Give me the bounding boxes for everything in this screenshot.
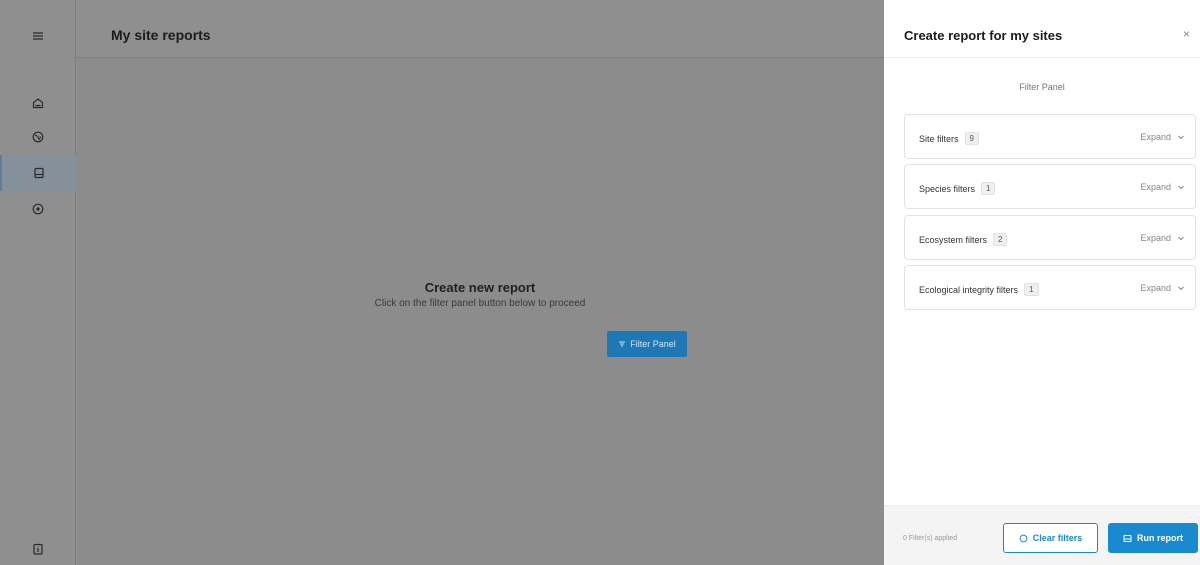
chevron-down-icon: [1178, 236, 1184, 241]
filter-card-label: Species filters: [919, 183, 976, 194]
clear-icon: [1019, 534, 1028, 542]
expand-toggle[interactable]: Expand: [1140, 283, 1185, 293]
side-nav: [0, 0, 76, 565]
filter-panel-button[interactable]: Filter Panel: [607, 331, 687, 357]
drawer-footer: 0 Filter(s) applied Clear filters Run re…: [884, 505, 1200, 565]
filter-count-badge: 9: [964, 132, 979, 145]
filter-card-species[interactable]: Species filters 1 Expand: [904, 164, 1196, 209]
filter-panel-label: Filter Panel: [1019, 82, 1065, 92]
filter-card-label: Ecosystem filters: [919, 234, 988, 245]
expand-label: Expand: [1140, 132, 1171, 142]
clear-filters-label: Clear filters: [1032, 533, 1083, 543]
filter-count-badge: 2: [993, 233, 1008, 246]
filter-icon: [619, 341, 626, 347]
globe-icon: [32, 131, 44, 143]
page-title: My site reports: [111, 27, 211, 43]
nav-item-home[interactable]: [0, 85, 76, 121]
chevron-down-icon: [1178, 286, 1184, 291]
clear-filters-button[interactable]: Clear filters: [1003, 523, 1098, 553]
filter-count-badge: 1: [1024, 283, 1039, 296]
filter-card-ecological-integrity[interactable]: Ecological integrity filters 1 Expand: [904, 265, 1196, 310]
chevron-down-icon: [1178, 135, 1184, 140]
run-report-label: Run report: [1137, 533, 1183, 543]
close-icon[interactable]: ×: [1183, 27, 1190, 41]
expand-toggle[interactable]: Expand: [1140, 182, 1185, 192]
filter-card-label: Ecological integrity filters: [919, 284, 1019, 295]
empty-state-subtitle: Click on the filter panel button below t…: [374, 298, 586, 309]
nav-item-globe[interactable]: [0, 119, 76, 155]
main-content: Create new report Click on the filter pa…: [76, 58, 884, 565]
expand-toggle[interactable]: Expand: [1140, 132, 1185, 142]
expand-label: Expand: [1140, 233, 1171, 243]
expand-label: Expand: [1140, 283, 1171, 293]
chevron-down-icon: [1178, 185, 1184, 190]
report-drawer: Create report for my sites × Filter Pane…: [884, 0, 1200, 565]
filter-card-site[interactable]: Site filters 9 Expand: [904, 114, 1196, 159]
hamburger-icon[interactable]: [0, 18, 76, 54]
home-icon: [32, 98, 44, 109]
page-header: My site reports: [76, 0, 884, 58]
filter-card-label: Site filters: [919, 133, 959, 144]
filter-card-ecosystem[interactable]: Ecosystem filters 2 Expand: [904, 215, 1196, 260]
drawer-title: Create report for my sites: [904, 28, 1063, 43]
expand-label: Expand: [1140, 182, 1171, 192]
compass-icon: [32, 203, 44, 215]
nav-item-compass[interactable]: [0, 191, 76, 227]
nav-item-help[interactable]: [0, 531, 76, 565]
empty-state-title: Create new report: [424, 280, 536, 295]
drawer-header: Create report for my sites ×: [884, 0, 1200, 58]
nav-item-reports[interactable]: [0, 155, 76, 191]
expand-toggle[interactable]: Expand: [1140, 233, 1185, 243]
filters-applied-count: 0 Filter(s) applied: [903, 535, 958, 542]
report-icon: [34, 167, 44, 179]
filter-panel-button-label: Filter Panel: [630, 339, 676, 349]
report-icon: [1123, 534, 1132, 542]
help-doc-icon: [33, 543, 43, 555]
run-report-button[interactable]: Run report: [1108, 523, 1198, 553]
filter-count-badge: 1: [981, 182, 996, 195]
